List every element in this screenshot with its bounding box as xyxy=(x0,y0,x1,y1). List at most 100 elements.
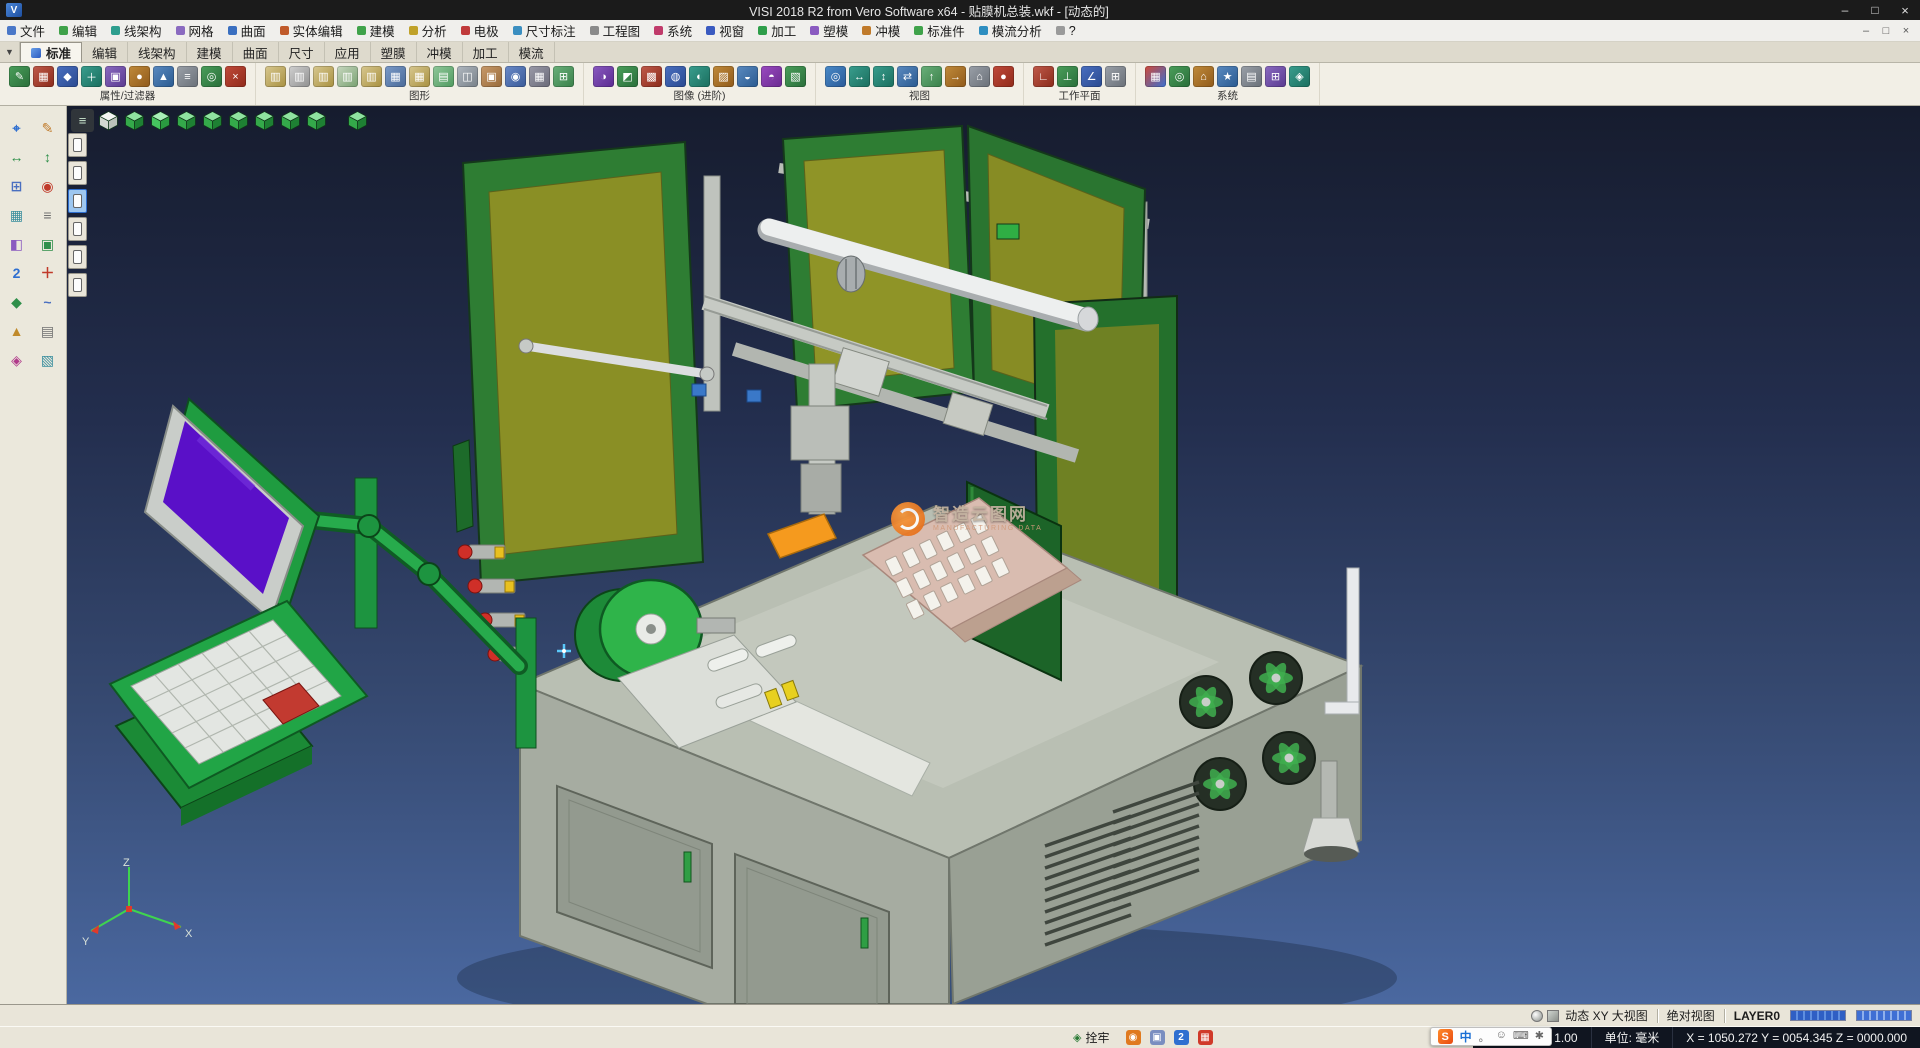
menu-item[interactable]: 塑模 xyxy=(803,20,855,41)
close-button[interactable]: × xyxy=(1890,0,1920,20)
menu-item[interactable]: 曲面 xyxy=(221,20,273,41)
toolbar-icon[interactable]: ▣ xyxy=(105,66,126,87)
view-cube-button[interactable]: ≡ xyxy=(71,109,94,132)
ribbon-tab[interactable]: 标准 xyxy=(20,42,82,62)
toolbar-icon[interactable]: ◫ xyxy=(457,66,478,87)
view-cube-button[interactable] xyxy=(123,109,146,132)
view-cube-button[interactable] xyxy=(279,109,302,132)
toolbar-icon[interactable]: ▥ xyxy=(265,66,286,87)
menu-item[interactable]: ? xyxy=(1049,20,1083,41)
toolbar-icon[interactable]: ⌂ xyxy=(969,66,990,87)
toolbar-icon[interactable]: ◩ xyxy=(617,66,638,87)
menu-item[interactable]: 模流分析 xyxy=(972,20,1049,41)
side-toolbar-icon[interactable]: ⌖ xyxy=(4,118,29,138)
side-toolbar-icon[interactable]: ◧ xyxy=(4,234,29,254)
mini-toolbar-button[interactable] xyxy=(68,161,87,185)
viewport-3d[interactable]: ≡ xyxy=(67,106,1920,1004)
view-mode-sphere-icon[interactable] xyxy=(1531,1010,1543,1022)
mini-toolbar-button[interactable] xyxy=(68,133,87,157)
menu-item[interactable]: 视窗 xyxy=(699,20,751,41)
ribbon-tab[interactable]: 编辑 xyxy=(82,42,128,62)
toolbar-icon[interactable]: ▥ xyxy=(313,66,334,87)
menu-item[interactable]: 冲模 xyxy=(855,20,907,41)
side-toolbar-icon[interactable]: ▲ xyxy=(4,321,29,341)
toolbar-icon[interactable]: ◈ xyxy=(1289,66,1310,87)
toolbar-icon[interactable]: ▦ xyxy=(1145,66,1166,87)
toolbar-icon[interactable]: ● xyxy=(129,66,150,87)
ribbon-tab[interactable]: 线架构 xyxy=(128,42,187,62)
toolbar-icon[interactable]: ⊥ xyxy=(1057,66,1078,87)
toolbar-icon[interactable]: × xyxy=(225,66,246,87)
menu-item[interactable]: 分析 xyxy=(402,20,454,41)
menu-item[interactable]: 尺寸标注 xyxy=(506,20,583,41)
monitor[interactable] xyxy=(145,399,319,620)
toolbar-icon[interactable]: ⊞ xyxy=(1105,66,1126,87)
toolbar-icon[interactable]: ⊞ xyxy=(1265,66,1286,87)
toolbar-icon[interactable]: ◐ xyxy=(689,66,710,87)
sogou-logo-icon[interactable]: S xyxy=(1438,1029,1453,1044)
side-toolbar-icon[interactable]: ↔ xyxy=(4,147,29,167)
ribbon-tab[interactable]: 加工 xyxy=(463,42,509,62)
toolbar-icon[interactable]: ⌂ xyxy=(1193,66,1214,87)
minimize-button[interactable]: – xyxy=(1830,0,1860,20)
view-cube-button[interactable] xyxy=(149,109,172,132)
menu-item[interactable]: 标准件 xyxy=(907,20,972,41)
toolbar-icon[interactable]: ★ xyxy=(1217,66,1238,87)
side-toolbar-icon[interactable]: ⊞ xyxy=(4,176,29,196)
toolbar-icon[interactable]: ↑ xyxy=(921,66,942,87)
mini-toolbar-button[interactable] xyxy=(68,217,87,241)
sogou-ime-bar[interactable]: S 中 。☺⌨✱ xyxy=(1430,1027,1552,1046)
toolbar-icon[interactable]: ▦ xyxy=(385,66,406,87)
view-cube-button[interactable] xyxy=(253,109,276,132)
restore-button[interactable]: □ xyxy=(1860,0,1890,20)
side-toolbar-icon[interactable]: ◆ xyxy=(4,292,29,312)
toolbar-icon[interactable]: ∟ xyxy=(1033,66,1054,87)
side-toolbar-icon[interactable]: ▧ xyxy=(35,350,60,370)
toolbar-icon[interactable]: ◓ xyxy=(761,66,782,87)
mini-toolbar-button[interactable] xyxy=(68,273,87,297)
ime-tool-icon[interactable]: 。 xyxy=(1479,1029,1490,1045)
ribbon-tab[interactable]: 建模 xyxy=(187,42,233,62)
side-toolbar-icon[interactable]: ↕ xyxy=(35,147,60,167)
active-layer-button[interactable]: LAYER0 xyxy=(1734,1009,1780,1023)
mini-toolbar-button[interactable] xyxy=(68,189,87,213)
mdi-window-button[interactable]: – xyxy=(1856,25,1876,37)
toolbar-icon[interactable]: ▥ xyxy=(361,66,382,87)
ime-tool-icon[interactable]: ☺ xyxy=(1496,1029,1507,1045)
toolbar-icon[interactable]: ✎ xyxy=(9,66,30,87)
ime-language-toggle[interactable]: 中 xyxy=(1460,1028,1472,1045)
toolbar-icon[interactable]: ▦ xyxy=(33,66,54,87)
view-cube-button[interactable] xyxy=(227,109,250,132)
tab-overflow-button[interactable]: ▼ xyxy=(0,42,20,62)
absolute-view-button[interactable]: 绝对视图 xyxy=(1667,1007,1715,1024)
toolbar-icon[interactable]: ↔ xyxy=(849,66,870,87)
menu-item[interactable]: 编辑 xyxy=(52,20,104,41)
menu-item[interactable]: 线架构 xyxy=(104,20,169,41)
toolbar-icon[interactable]: ▦ xyxy=(409,66,430,87)
menu-item[interactable]: 网格 xyxy=(169,20,221,41)
mdi-window-button[interactable]: □ xyxy=(1876,25,1896,37)
keyboard-tray[interactable] xyxy=(110,601,367,826)
toolbar-icon[interactable]: ▣ xyxy=(481,66,502,87)
mini-toolbar-button[interactable] xyxy=(68,245,87,269)
toolbar-icon[interactable]: ◍ xyxy=(665,66,686,87)
mdi-window-button[interactable]: × xyxy=(1896,25,1916,37)
snap-toggle[interactable]: 拴牢 xyxy=(1085,1029,1109,1046)
toolbar-icon[interactable]: ◉ xyxy=(505,66,526,87)
menu-item[interactable]: 电极 xyxy=(454,20,506,41)
tray-icon[interactable]: ▣ xyxy=(1150,1030,1165,1045)
tray-icon[interactable]: ▦ xyxy=(1198,1030,1213,1045)
view-cube-button[interactable] xyxy=(305,109,328,132)
side-toolbar-icon[interactable]: ◉ xyxy=(35,176,60,196)
ribbon-tab[interactable]: 尺寸 xyxy=(279,42,325,62)
toolbar-icon[interactable]: ⇄ xyxy=(897,66,918,87)
side-toolbar-icon[interactable]: ▦ xyxy=(4,205,29,225)
toolbar-icon[interactable]: ◎ xyxy=(1169,66,1190,87)
menu-item[interactable]: 系统 xyxy=(647,20,699,41)
view-cube-button[interactable] xyxy=(97,109,120,132)
toolbar-icon[interactable]: ◎ xyxy=(825,66,846,87)
toolbar-icon[interactable]: ∠ xyxy=(1081,66,1102,87)
view-cube-button[interactable] xyxy=(346,109,369,132)
toolbar-icon[interactable]: ● xyxy=(993,66,1014,87)
toolbar-icon[interactable]: ≡ xyxy=(177,66,198,87)
